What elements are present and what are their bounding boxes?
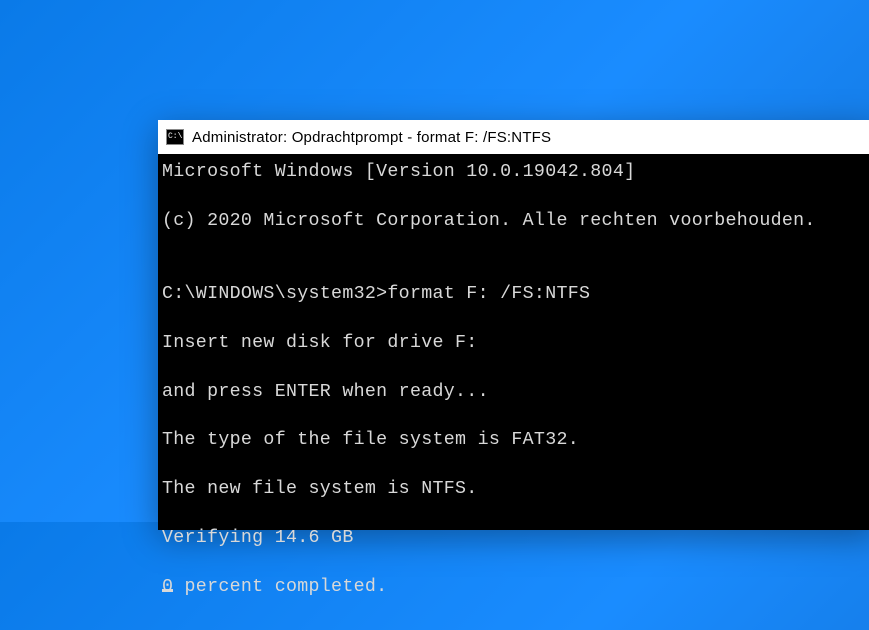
- terminal-line: Insert new disk for drive F:: [162, 331, 869, 355]
- cursor: [162, 589, 173, 592]
- terminal-line: The type of the file system is FAT32.: [162, 428, 869, 452]
- titlebar[interactable]: C:\ Administrator: Opdrachtprompt - form…: [158, 120, 869, 154]
- command-prompt-window: C:\ Administrator: Opdrachtprompt - form…: [158, 120, 869, 530]
- window-title: Administrator: Opdrachtprompt - format F…: [192, 129, 551, 146]
- terminal-line: C:\WINDOWS\system32>format F: /FS:NTFS: [162, 282, 869, 306]
- svg-text:C:\: C:\: [168, 132, 183, 141]
- terminal-line: Verifying 14.6 GB: [162, 526, 869, 550]
- command-prompt-icon: C:\: [166, 129, 184, 145]
- terminal-line: Microsoft Windows [Version 10.0.19042.80…: [162, 160, 869, 184]
- terminal-line: (c) 2020 Microsoft Corporation. Alle rec…: [162, 209, 869, 233]
- terminal-line: The new file system is NTFS.: [162, 477, 869, 501]
- terminal-line: 0 percent completed.: [162, 575, 869, 599]
- terminal-output[interactable]: Microsoft Windows [Version 10.0.19042.80…: [158, 154, 869, 630]
- terminal-line: and press ENTER when ready...: [162, 380, 869, 404]
